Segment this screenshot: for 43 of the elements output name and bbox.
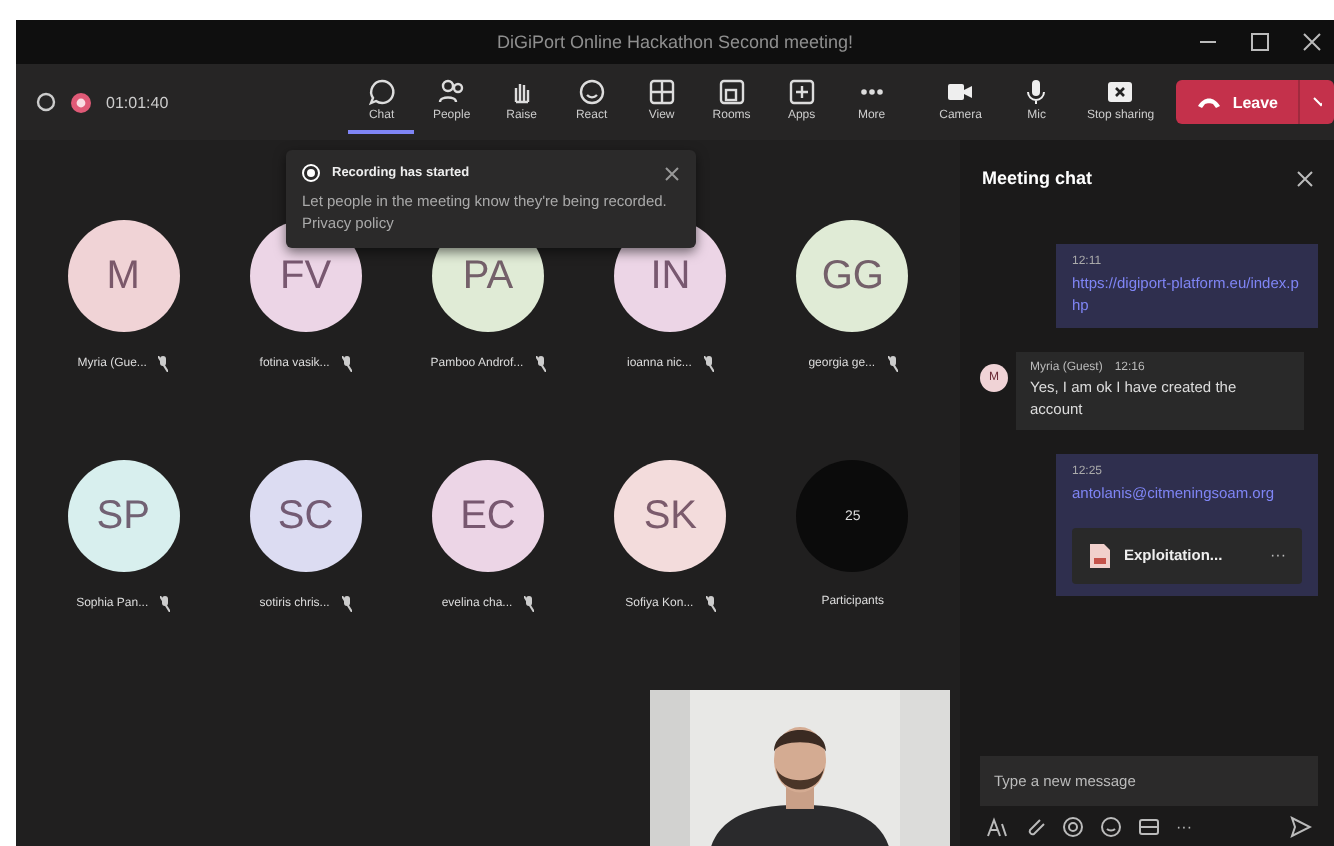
more-options[interactable]: ··· xyxy=(1176,818,1192,836)
attach-icon[interactable] xyxy=(1024,816,1046,838)
mic-icon xyxy=(1022,77,1051,105)
window-title: DiGiPort Online Hackathon Second meeting! xyxy=(496,32,854,52)
mic-off-icon xyxy=(887,356,898,372)
avatar: GG xyxy=(796,220,909,332)
document-icon xyxy=(1088,541,1112,569)
loop-icon[interactable] xyxy=(1062,816,1084,838)
call-timer: 01:01:40 xyxy=(106,93,169,111)
maximize-icon[interactable] xyxy=(1250,32,1270,52)
rooms-icon xyxy=(717,77,746,105)
mic-off-icon xyxy=(341,596,352,612)
emoji-icon[interactable] xyxy=(1100,816,1122,838)
mic-off-icon xyxy=(158,356,169,372)
chat-icon xyxy=(367,77,396,105)
recording-icon xyxy=(70,91,92,113)
avatar: M xyxy=(67,220,180,332)
mic-off-icon xyxy=(160,596,171,612)
send-icon[interactable] xyxy=(1290,816,1312,838)
phone-icon xyxy=(1196,94,1223,110)
close-icon[interactable] xyxy=(1296,169,1314,187)
grid-icon xyxy=(647,77,676,105)
smiley-icon xyxy=(577,77,606,105)
mic-off-icon xyxy=(703,356,714,372)
avatar: SK xyxy=(614,460,727,572)
panel-title: Meeting chat xyxy=(982,168,1093,188)
gif-icon[interactable] xyxy=(1138,816,1160,838)
mic-off-icon xyxy=(705,596,716,612)
avatar: SP xyxy=(67,460,180,572)
avatar: EC xyxy=(431,460,544,572)
mic-off-icon xyxy=(524,596,535,612)
people-icon xyxy=(437,77,466,105)
leave-button[interactable]: Leave xyxy=(1176,80,1298,124)
stop-share-icon xyxy=(1106,77,1135,105)
more-options[interactable]: ··· xyxy=(1270,546,1286,564)
close-icon[interactable] xyxy=(664,165,680,181)
close-icon[interactable] xyxy=(1302,32,1322,52)
recording-icon xyxy=(302,164,320,182)
format-icon[interactable] xyxy=(986,816,1008,838)
mic-off-icon xyxy=(341,356,352,372)
mic-off-icon xyxy=(535,356,546,372)
avatar: SC xyxy=(249,460,362,572)
plus-icon xyxy=(787,77,816,105)
